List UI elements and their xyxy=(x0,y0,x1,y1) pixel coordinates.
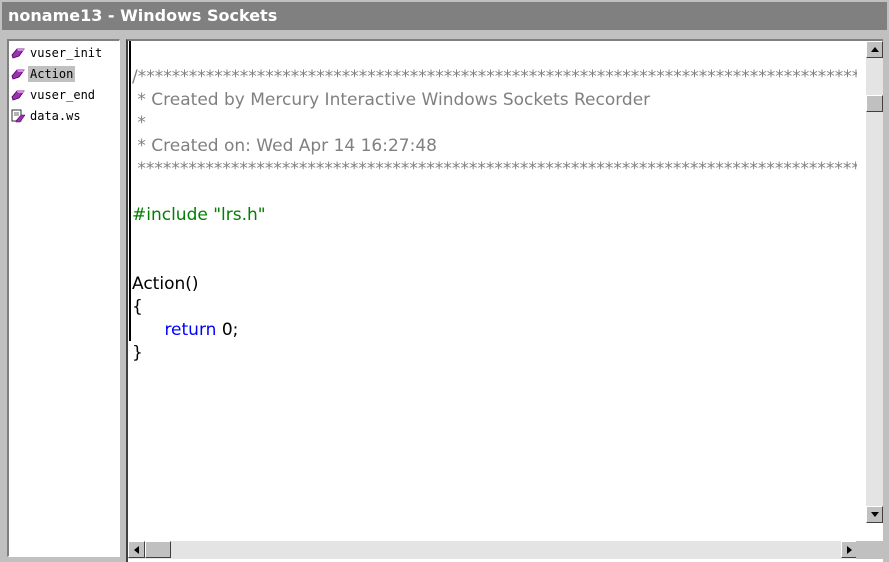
scrollbar-corner xyxy=(856,541,883,559)
scroll-left-button[interactable] xyxy=(128,541,145,558)
return-value: 0; xyxy=(216,320,239,340)
code-text[interactable]: /***************************************… xyxy=(132,43,857,533)
tree-item-vuser-init[interactable]: vuser_init xyxy=(11,44,104,62)
tree-item-data-ws[interactable]: data.ws xyxy=(11,107,83,125)
arrow-down-icon xyxy=(870,512,879,517)
comment-line: * xyxy=(132,113,146,133)
vertical-scrollbar[interactable] xyxy=(866,41,883,523)
scroll-down-button[interactable] xyxy=(866,506,883,523)
vertical-scroll-thumb[interactable] xyxy=(866,95,883,112)
arrow-right-icon xyxy=(847,545,852,554)
comment-line: * Created on: Wed Apr 14 16:27:48 xyxy=(132,136,437,156)
open-brace: { xyxy=(132,297,143,317)
purple-gem-icon xyxy=(11,69,25,80)
data-file-icon xyxy=(11,109,25,123)
tree-item-label: Action xyxy=(28,66,76,82)
editor-window: noname13 - Windows Sockets vuser_init Ac… xyxy=(0,0,889,562)
include-directive: #include "lrs.h" xyxy=(132,205,266,225)
tree-item-label: data.ws xyxy=(30,109,81,123)
comment-border: ****************************************… xyxy=(132,159,857,179)
close-brace: } xyxy=(132,343,143,363)
function-declaration: Action() xyxy=(132,274,199,294)
tree-item-action[interactable]: Action xyxy=(11,65,76,83)
comment-border: /***************************************… xyxy=(132,67,857,87)
arrow-up-icon xyxy=(870,47,879,52)
tree-item-vuser-end[interactable]: vuser_end xyxy=(11,86,97,104)
text-cursor xyxy=(129,41,131,341)
code-editor[interactable]: /***************************************… xyxy=(126,39,883,562)
purple-gem-icon xyxy=(11,48,25,59)
horizontal-scroll-thumb[interactable] xyxy=(145,541,171,558)
scroll-up-button[interactable] xyxy=(866,41,883,58)
purple-gem-icon xyxy=(11,90,25,101)
tree-item-label: vuser_init xyxy=(30,46,103,60)
comment-line: * Created by Mercury Interactive Windows… xyxy=(132,90,651,110)
script-tree-panel: vuser_init Action vuser_end data.ws xyxy=(7,39,120,557)
window-title-bar[interactable]: noname13 - Windows Sockets xyxy=(2,2,887,30)
tree-item-label: vuser_end xyxy=(30,88,96,102)
horizontal-scrollbar[interactable] xyxy=(128,541,858,559)
window-title: noname13 - Windows Sockets xyxy=(8,6,278,25)
arrow-left-icon xyxy=(134,545,139,554)
return-keyword: return xyxy=(164,320,217,340)
